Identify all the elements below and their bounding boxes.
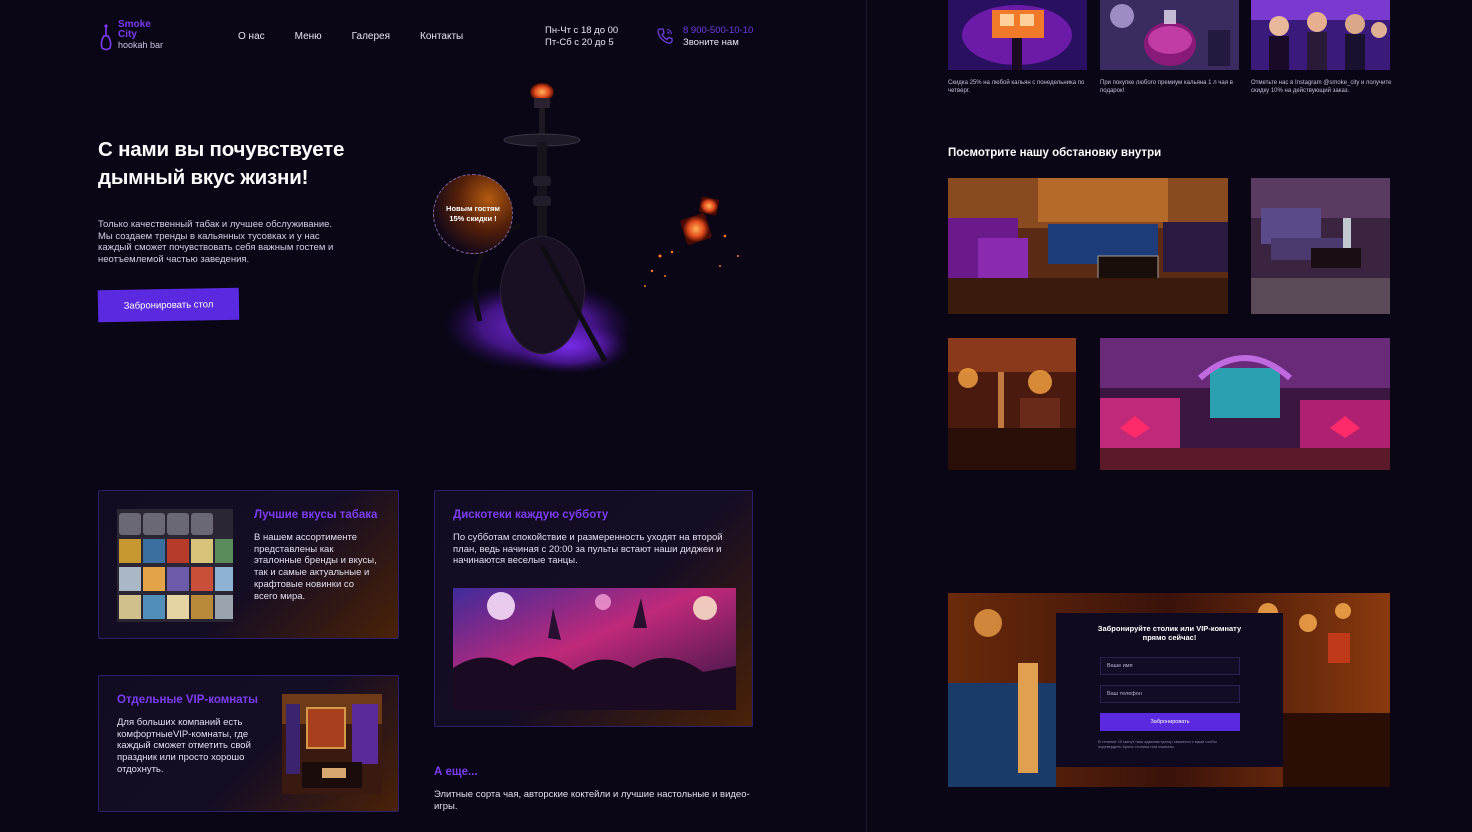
hours-weekdays: Пн-Чт с 18 до 00	[545, 25, 619, 36]
gallery-image-lounge[interactable]	[948, 178, 1228, 314]
book-table-button[interactable]: Забронировать стол	[97, 287, 240, 323]
booking-form: Забронируйте столик или VIP-комнату прям…	[1056, 613, 1283, 767]
gallery-image-bar[interactable]	[948, 338, 1076, 470]
promo-image-instagram	[1251, 0, 1390, 70]
more-title: А еще...	[434, 766, 478, 778]
promo-image-hookah	[948, 0, 1087, 70]
promo-caption-weekday-discount: Скидка 25% на любой кальян с понедельник…	[948, 80, 1085, 94]
hero-text: Только качественный табак и лучшее обслу…	[98, 219, 334, 265]
phone-cta: Звоните нам	[683, 37, 739, 48]
booking-form-title: Забронируйте столик или VIP-комнату прям…	[1097, 624, 1242, 642]
opening-hours: Пн-Чт с 18 до 00 Пт-Сб с 20 до 5	[545, 25, 618, 49]
feature-card-disco: Дискотеки каждую субботу По субботам спо…	[434, 490, 753, 727]
promo-badge: Новым гостям 15% скидки !	[433, 174, 513, 254]
nav-menu[interactable]: Меню	[295, 31, 322, 42]
promo-caption-tea-gift: При покупке любого премиум кальяна 1 л ч…	[1100, 80, 1233, 94]
gallery-title: Посмотрите нашу обстановку внутри	[948, 147, 1162, 159]
disco-party-image	[453, 588, 736, 710]
hero-title: С нами вы почувствуете дымный вкус жизни…	[98, 138, 345, 189]
column-divider	[866, 0, 867, 832]
name-input[interactable]	[1100, 657, 1240, 675]
phone-number[interactable]: 8 900-500-10-10	[683, 25, 753, 37]
gallery-image-vip-sofa[interactable]	[1251, 178, 1390, 314]
phone-block: 8 900-500-10-10 Звоните нам	[683, 25, 753, 49]
promo-badge-text: Новым гостям 15% скидки !	[446, 204, 500, 223]
feature-text-disco: По субботам спокойствие и размеренность …	[453, 532, 723, 567]
more-text: Элитные сорта чая, авторские коктейли и …	[434, 789, 750, 812]
vip-room-image	[282, 694, 382, 794]
booking-note: В течение 15 минут наш администратор свя…	[1098, 739, 1217, 749]
feature-title-disco: Дискотеки каждую субботу	[453, 509, 609, 521]
hours-weekend: Пт-Сб с 20 до 5	[545, 37, 614, 48]
booking-submit-button[interactable]: Забронировать	[1100, 713, 1240, 731]
phone-icon[interactable]	[656, 27, 674, 45]
promo-image-tea	[1100, 0, 1239, 70]
nav-contacts[interactable]: Контакты	[420, 31, 463, 42]
feature-text-tobacco: В нашем ассортименте представлены как эт…	[254, 532, 377, 602]
logo-subtitle: hookah bar	[118, 40, 164, 50]
promo-caption-instagram: Отметьте нас в Instagram @smoke_city и п…	[1251, 80, 1392, 94]
feature-card-vip: Отдельные VIP-комнаты Для больших компан…	[98, 675, 399, 812]
phone-input[interactable]	[1100, 685, 1240, 703]
feature-title-tobacco: Лучшие вкусы табака	[254, 509, 378, 521]
hookah-logo-icon	[100, 24, 112, 51]
logo-name: Smoke City	[118, 19, 151, 40]
gallery-image-hall[interactable]	[1100, 338, 1390, 470]
feature-card-tobacco: Лучшие вкусы табака В нашем ассортименте…	[98, 490, 399, 639]
feature-text-vip: Для больших компаний есть комфортныеVIP-…	[117, 717, 251, 775]
nav-gallery[interactable]: Галерея	[352, 31, 390, 42]
feature-title-vip: Отдельные VIP-комнаты	[117, 694, 258, 706]
tobacco-cans-image	[117, 509, 233, 622]
logo[interactable]: Smoke City hookah bar	[98, 20, 163, 52]
nav-about[interactable]: О нас	[238, 31, 265, 42]
main-nav: О нас Меню Галерея Контакты	[238, 31, 493, 42]
